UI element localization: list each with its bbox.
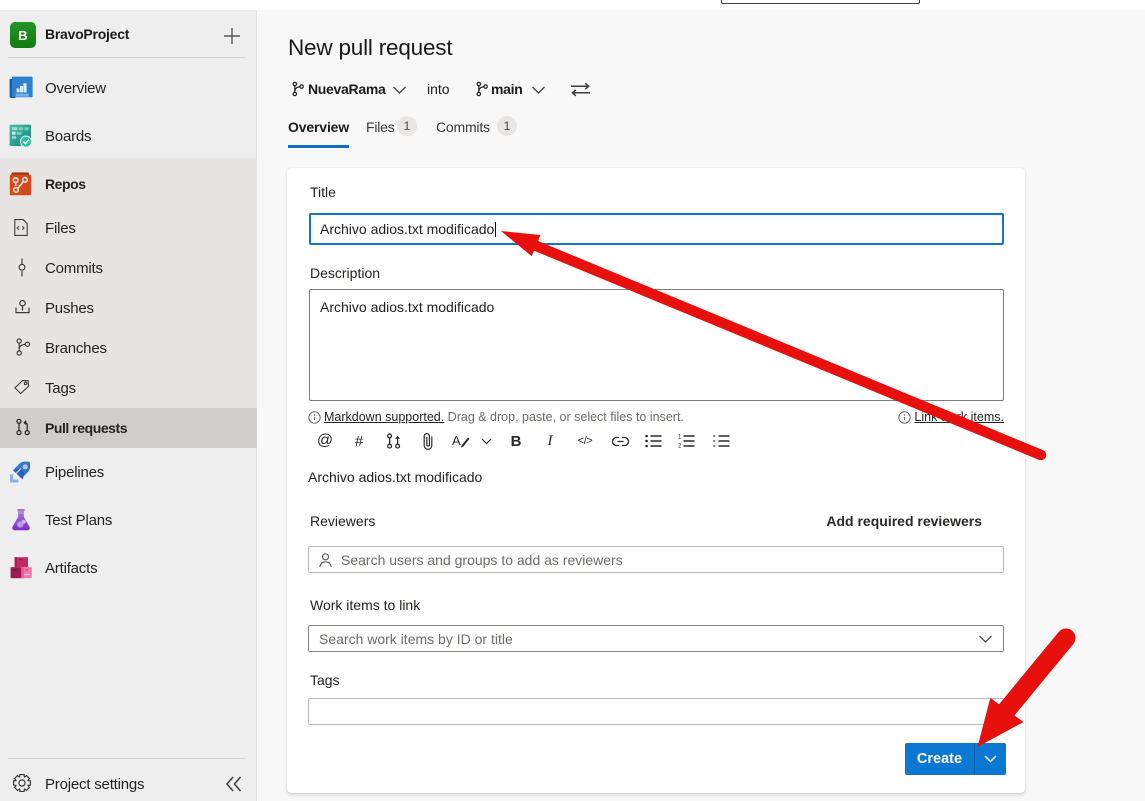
svg-text:1: 1: [678, 435, 682, 441]
svg-text:A: A: [452, 433, 461, 448]
svg-text:2: 2: [678, 444, 682, 448]
